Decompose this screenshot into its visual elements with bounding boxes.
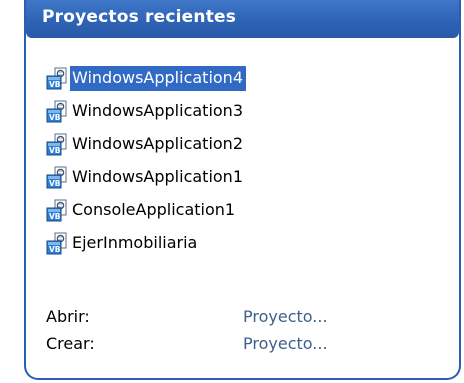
- recent-project-item[interactable]: VB WindowsApplication2: [46, 128, 346, 161]
- recent-project-label: WindowsApplication1: [72, 167, 243, 186]
- create-project-row: Crear: Proyecto...: [46, 334, 446, 361]
- project-actions: Abrir: Proyecto... Crear: Proyecto...: [46, 307, 446, 361]
- recent-projects-list: VB WindowsApplication4 VB WindowsApplica…: [46, 62, 346, 260]
- svg-text:VB: VB: [49, 245, 61, 254]
- panel-title: Proyectos recientes: [42, 7, 237, 27]
- open-project-link[interactable]: Proyecto...: [243, 307, 328, 326]
- recent-project-label: EjerInmobiliaria: [72, 233, 198, 252]
- vb-project-icon: VB: [46, 232, 68, 256]
- svg-text:VB: VB: [49, 80, 61, 89]
- open-project-row: Abrir: Proyecto...: [46, 307, 446, 334]
- recent-project-label: WindowsApplication2: [72, 134, 243, 153]
- svg-text:VB: VB: [49, 212, 61, 221]
- panel-header: Proyectos recientes: [26, 0, 459, 38]
- recent-project-item[interactable]: VB WindowsApplication1: [46, 161, 346, 194]
- vb-project-icon: VB: [46, 166, 68, 190]
- open-label: Abrir:: [46, 307, 90, 326]
- recent-project-label: WindowsApplication3: [72, 101, 243, 120]
- create-label: Crear:: [46, 334, 95, 353]
- vb-project-icon: VB: [46, 133, 68, 157]
- recent-project-item[interactable]: VB WindowsApplication3: [46, 95, 346, 128]
- svg-text:VB: VB: [49, 113, 61, 122]
- recent-project-item[interactable]: VB EjerInmobiliaria: [46, 227, 346, 260]
- svg-text:VB: VB: [49, 146, 61, 155]
- vb-project-icon: VB: [46, 100, 68, 124]
- recent-project-label: WindowsApplication4: [70, 66, 246, 91]
- vb-project-icon: VB: [46, 199, 68, 223]
- recent-project-item[interactable]: VB WindowsApplication4: [46, 62, 346, 95]
- recent-project-label: ConsoleApplication1: [72, 200, 236, 219]
- svg-text:VB: VB: [49, 179, 61, 188]
- recent-projects-panel: Proyectos recientes VB WindowsApplicatio…: [24, 0, 461, 380]
- create-project-link[interactable]: Proyecto...: [243, 334, 328, 353]
- recent-project-item[interactable]: VB ConsoleApplication1: [46, 194, 346, 227]
- vb-project-icon: VB: [46, 67, 68, 91]
